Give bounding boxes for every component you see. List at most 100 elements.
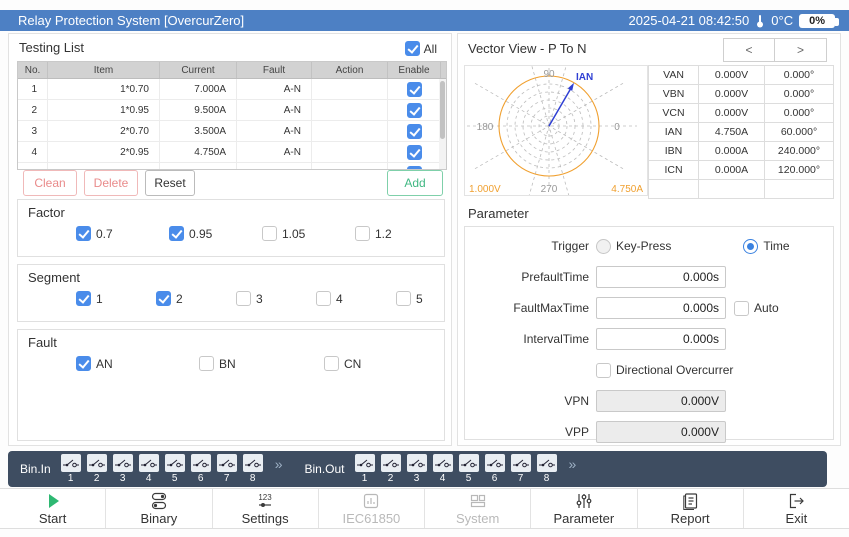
vpp-input	[596, 421, 726, 443]
system-button: System	[425, 489, 531, 528]
bin-out-channel[interactable]: 6	[485, 454, 505, 485]
start-button[interactable]: Start	[0, 489, 106, 528]
trigger-keypress-option[interactable]: Key-Press	[596, 239, 671, 254]
bin-in-channel[interactable]: 6	[191, 454, 211, 485]
switch-icon	[459, 454, 479, 472]
phasor-table: VAN 0.000V 0.000° VBN 0.000V 0.000° VCN …	[648, 65, 834, 199]
factor-option[interactable]: 1.05	[262, 226, 355, 241]
switch-icon	[381, 454, 401, 472]
report-button[interactable]: Report	[638, 489, 744, 528]
bin-out-expand-icon[interactable]: »	[569, 456, 577, 472]
factor-option[interactable]: 1.2	[355, 226, 448, 241]
time-radio[interactable]	[743, 239, 758, 254]
factor-option[interactable]: 0.95	[169, 226, 262, 241]
bin-out-channel[interactable]: 5	[459, 454, 479, 485]
segment-checkbox[interactable]	[316, 291, 331, 306]
add-button[interactable]: Add	[387, 170, 443, 196]
row-enable-checkbox[interactable]	[407, 82, 422, 97]
row-enable-checkbox[interactable]	[407, 124, 422, 139]
fault-option[interactable]: BN	[199, 356, 324, 371]
bin-in-expand-icon[interactable]: »	[275, 456, 283, 472]
prefaulttime-input[interactable]	[596, 266, 726, 288]
faultmaxtime-label: FaultMaxTime	[465, 301, 589, 315]
table-header: No. Item Current Fault Action Enable	[18, 62, 446, 79]
svg-text:123: 123	[258, 493, 272, 502]
table-row[interactable]: 4 2*0.95 4.750A A-N	[18, 142, 446, 163]
reset-button[interactable]: Reset	[145, 170, 195, 196]
iec61850-button: IEC61850	[319, 489, 425, 528]
select-all-checkbox[interactable]	[405, 41, 420, 56]
segment-checkbox[interactable]	[236, 291, 251, 306]
scrollbar-thumb[interactable]	[440, 81, 445, 139]
intervaltime-label: IntervalTime	[465, 332, 589, 346]
trigger-time-option[interactable]: Time	[743, 239, 789, 254]
fault-title: Fault	[28, 335, 57, 350]
bin-out-channel[interactable]: 3	[407, 454, 427, 485]
segment-option[interactable]: 2	[156, 291, 236, 306]
fault-checkbox[interactable]	[76, 356, 91, 371]
bin-out-channel[interactable]: 4	[433, 454, 453, 485]
voltage-scale-label: 1.000V	[469, 184, 501, 195]
binary-button[interactable]: Binary	[106, 489, 212, 528]
fault-option[interactable]: AN	[76, 356, 199, 371]
table-row-partial[interactable]	[18, 163, 446, 170]
phasor-row: IBN 0.000A 240.000°	[649, 142, 833, 161]
bin-in-channel[interactable]: 2	[87, 454, 107, 485]
bin-in-channel[interactable]: 1	[61, 454, 81, 485]
bin-out-channel[interactable]: 7	[511, 454, 531, 485]
exit-button[interactable]: Exit	[744, 489, 849, 528]
table-row[interactable]: 1 1*0.70 7.000A A-N	[18, 79, 446, 100]
factor-checkbox[interactable]	[262, 226, 277, 241]
app-window: Relay Protection System [OvercurZero] 2 0…	[0, 0, 849, 537]
table-scrollbar[interactable]	[439, 79, 446, 169]
bin-in-channel[interactable]: 4	[139, 454, 159, 485]
factor-option[interactable]: 0.7	[76, 226, 169, 241]
directional-overcurrent-option[interactable]: Directional Overcurrer	[596, 363, 733, 378]
bin-out-channel[interactable]: 8	[537, 454, 557, 485]
next-vector-button[interactable]: >	[775, 38, 827, 62]
switch-icon	[407, 454, 427, 472]
fault-checkbox[interactable]	[199, 356, 214, 371]
toggles-icon	[149, 492, 169, 510]
delete-button[interactable]: Delete	[84, 170, 138, 196]
axis-label-0: 0	[614, 122, 620, 133]
factor-checkbox[interactable]	[169, 226, 184, 241]
auto-checkbox[interactable]	[734, 301, 749, 316]
keypress-radio[interactable]	[596, 239, 611, 254]
table-row[interactable]: 2 1*0.95 9.500A A-N	[18, 100, 446, 121]
settings-button[interactable]: 123 Settings	[213, 489, 319, 528]
switch-icon	[355, 454, 375, 472]
bin-out-channel[interactable]: 2	[381, 454, 401, 485]
parameter-button[interactable]: Parameter	[531, 489, 637, 528]
bin-out-channel[interactable]: 1	[355, 454, 375, 485]
bin-in-channel[interactable]: 5	[165, 454, 185, 485]
auto-option[interactable]: Auto	[734, 301, 779, 316]
window-title: Relay Protection System [OvercurZero]	[18, 13, 629, 28]
row-enable-checkbox[interactable]	[407, 103, 422, 118]
prev-vector-button[interactable]: <	[723, 38, 775, 62]
segment-option[interactable]: 4	[316, 291, 396, 306]
segment-checkbox[interactable]	[156, 291, 171, 306]
segment-option[interactable]: 1	[76, 291, 156, 306]
row-enable-checkbox[interactable]	[407, 145, 422, 160]
prefaulttime-label: PrefaultTime	[465, 270, 589, 284]
bin-in-label: Bin.In	[20, 462, 51, 476]
segment-checkbox[interactable]	[76, 291, 91, 306]
factor-checkbox[interactable]	[355, 226, 370, 241]
intervaltime-input[interactable]	[596, 328, 726, 350]
directional-overcurrent-checkbox[interactable]	[596, 363, 611, 378]
segment-title: Segment	[28, 270, 80, 285]
fault-option[interactable]: CN	[324, 356, 449, 371]
fault-checkbox[interactable]	[324, 356, 339, 371]
bin-in-channel[interactable]: 3	[113, 454, 133, 485]
factor-checkbox[interactable]	[76, 226, 91, 241]
table-row[interactable]: 3 2*0.70 3.500A A-N	[18, 121, 446, 142]
segment-option[interactable]: 3	[236, 291, 316, 306]
clean-button[interactable]: Clean	[23, 170, 77, 196]
bin-in-channel[interactable]: 7	[217, 454, 237, 485]
vector-view-title: Vector View - P To N	[468, 41, 587, 56]
segment-checkbox[interactable]	[396, 291, 411, 306]
bin-in-channel[interactable]: 8	[243, 454, 263, 485]
testing-list-panel: Testing List All No. Item Current Fault …	[8, 33, 452, 446]
faultmaxtime-input[interactable]	[596, 297, 726, 319]
